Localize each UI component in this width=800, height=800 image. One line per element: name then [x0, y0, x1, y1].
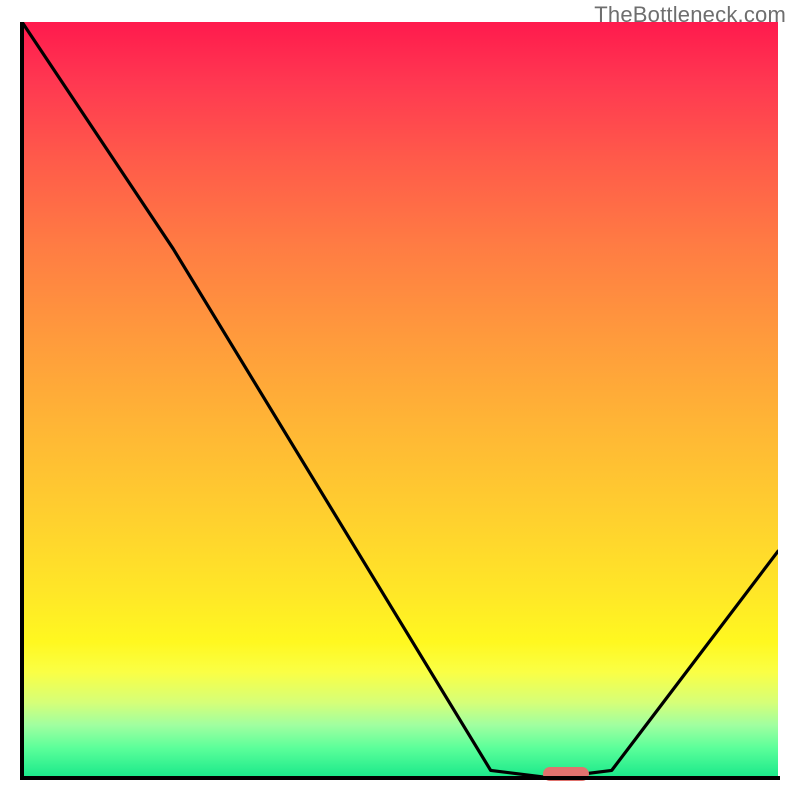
- x-axis: [20, 776, 780, 780]
- bottleneck-curve-line: [22, 22, 778, 778]
- watermark-text: TheBottleneck.com: [594, 2, 786, 28]
- curve-layer: [22, 22, 778, 778]
- bottleneck-chart: TheBottleneck.com: [0, 0, 800, 800]
- y-axis: [20, 22, 24, 780]
- plot-area: [22, 22, 778, 778]
